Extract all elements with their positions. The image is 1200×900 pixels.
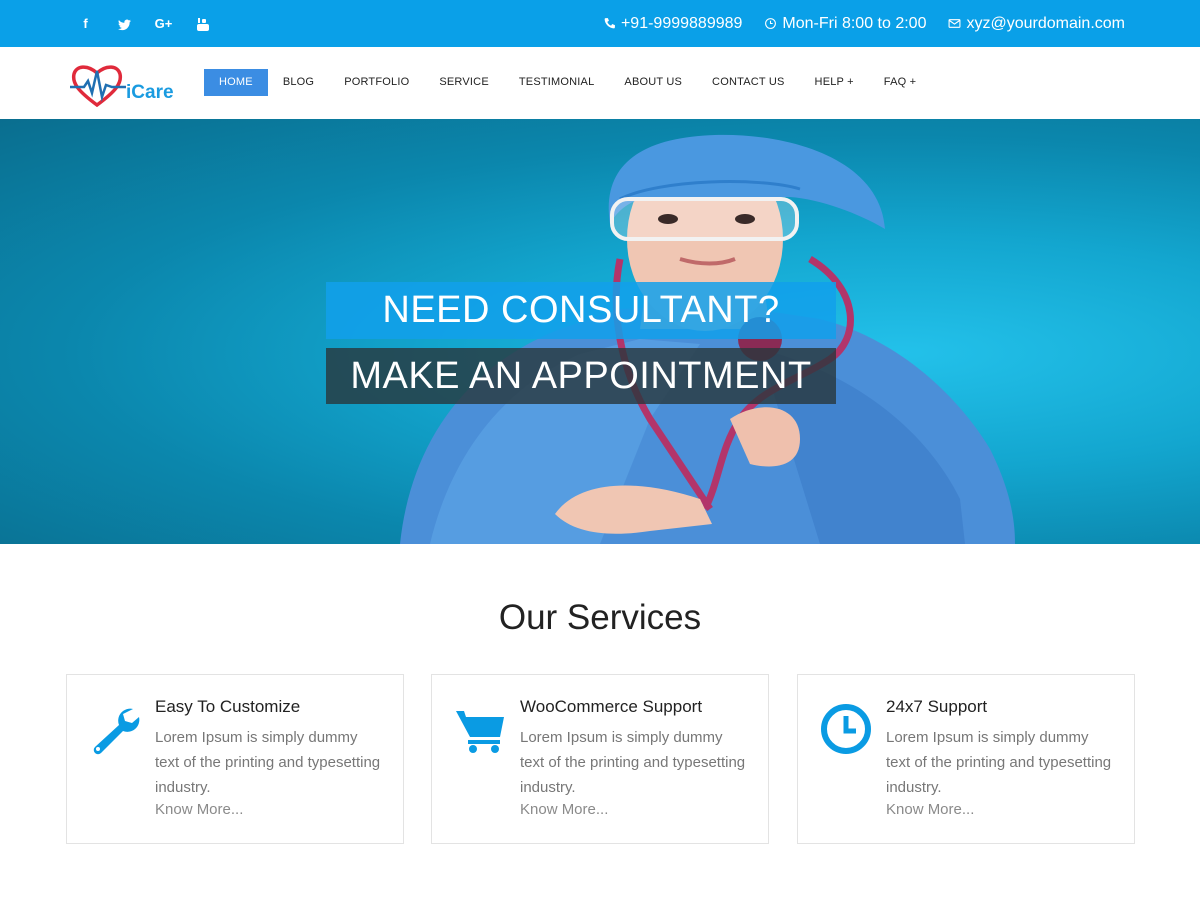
hours-info: Mon-Fri 8:00 to 2:00 (764, 15, 926, 33)
nav-portfolio[interactable]: PORTFOLIO (329, 69, 424, 96)
nav-blog[interactable]: BLOG (268, 69, 329, 96)
service-card-support: 24x7 Support Lorem Ipsum is simply dummy… (797, 674, 1135, 844)
nav-help[interactable]: HELP + (800, 69, 869, 96)
service-card-customize: Easy To Customize Lorem Ipsum is simply … (66, 674, 404, 844)
service-title: WooCommerce Support (520, 697, 703, 716)
hero-slider: NEED CONSULTANT? MAKE AN APPOINTMENT (0, 119, 1200, 544)
facebook-icon[interactable]: f (66, 16, 105, 31)
hero-heading-line2[interactable]: MAKE AN APPOINTMENT (326, 348, 836, 404)
service-description: Lorem Ipsum is simply dummy text of the … (155, 729, 381, 796)
phone-number[interactable]: +91-9999889989 (621, 15, 742, 33)
main-nav: HOME BLOG PORTFOLIO SERVICE TESTIMONIAL … (204, 69, 931, 96)
email-address[interactable]: xyz@yourdomain.com (966, 15, 1125, 33)
service-title: 24x7 Support (886, 697, 988, 716)
nav-contact-us[interactable]: CONTACT US (697, 69, 800, 96)
nav-home[interactable]: HOME (204, 69, 268, 96)
hero-heading-line1: NEED CONSULTANT? (326, 282, 836, 339)
service-description: Lorem Ipsum is simply dummy text of the … (886, 729, 1112, 796)
nav-service[interactable]: SERVICE (424, 69, 504, 96)
top-bar: f G+ +91-9999889989 Mon-Fri 8:00 to 2:00… (0, 0, 1200, 47)
google-plus-icon[interactable]: G+ (144, 16, 183, 31)
wrench-icon (93, 708, 140, 755)
email-info: xyz@yourdomain.com (948, 15, 1125, 33)
phone-info: +91-9999889989 (603, 15, 742, 33)
know-more-link[interactable]: Know More... (520, 801, 608, 818)
nav-testimonial[interactable]: TESTIMONIAL (504, 69, 610, 96)
office-hours: Mon-Fri 8:00 to 2:00 (782, 14, 927, 32)
envelope-icon (949, 19, 961, 28)
social-links: f G+ (66, 0, 222, 47)
service-title: Easy To Customize (155, 697, 301, 716)
cart-icon (456, 711, 504, 753)
youtube-icon[interactable] (183, 16, 222, 32)
logo-text[interactable]: iCare (126, 82, 174, 104)
know-more-link[interactable]: Know More... (155, 801, 243, 818)
nav-faq[interactable]: FAQ + (869, 69, 932, 96)
services-title: Our Services (498, 598, 702, 637)
know-more-link[interactable]: Know More... (886, 801, 974, 818)
clock-icon (821, 704, 871, 754)
service-description: Lorem Ipsum is simply dummy text of the … (520, 729, 746, 796)
nav-about-us[interactable]: ABOUT US (609, 69, 697, 96)
service-card-woocommerce: WooCommerce Support Lorem Ipsum is simpl… (431, 674, 769, 844)
clock-icon (765, 18, 777, 29)
contact-info: +91-9999889989 Mon-Fri 8:00 to 2:00 xyz@… (603, 0, 1125, 47)
phone-icon (604, 18, 615, 29)
services-cards: Easy To Customize Lorem Ipsum is simply … (66, 674, 1136, 844)
twitter-icon[interactable] (105, 16, 144, 31)
